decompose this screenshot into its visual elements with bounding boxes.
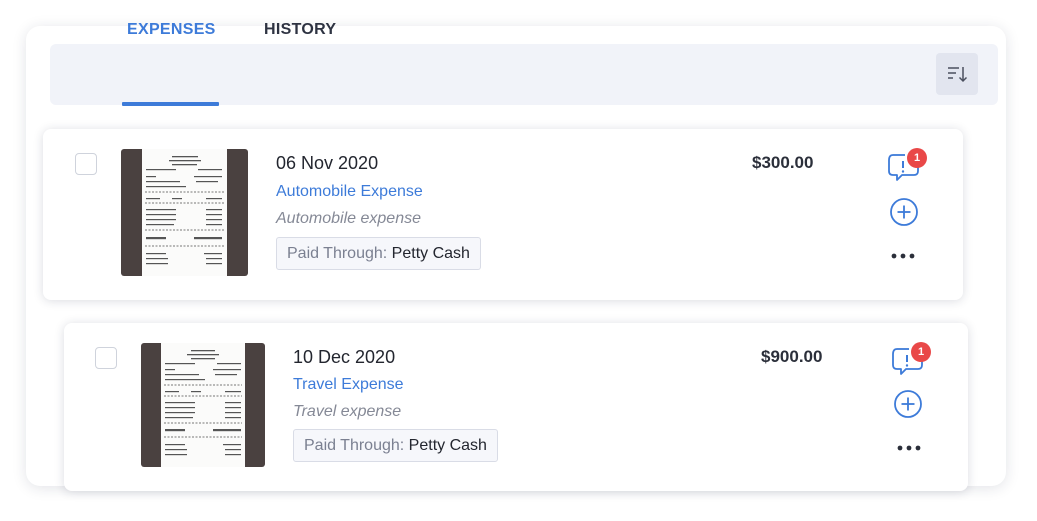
expense-card[interactable]: 10 Dec 2020 Travel Expense Travel expens…	[64, 323, 968, 491]
receipt-paper	[142, 149, 227, 276]
paid-through-tag: Paid Through: Petty Cash	[293, 429, 498, 462]
paid-through-value: Petty Cash	[408, 437, 487, 454]
receipt-text-lines	[145, 156, 224, 265]
expense-amount: $900.00	[761, 347, 823, 366]
receipt-paper	[161, 343, 245, 467]
receipt-thumbnail[interactable]	[141, 343, 265, 467]
expense-description: Automobile expense	[276, 210, 421, 227]
alert-count-badge: 1	[911, 342, 931, 362]
paid-through-label: Paid Through:	[287, 245, 388, 262]
add-button[interactable]	[892, 388, 924, 420]
tab-expenses[interactable]: EXPENSES	[127, 0, 216, 61]
paid-through-value: Petty Cash	[391, 245, 470, 262]
expense-category-link[interactable]: Automobile Expense	[276, 183, 423, 201]
sort-descending-icon	[948, 67, 968, 83]
tab-history[interactable]: HISTORY	[264, 0, 336, 61]
comments-button[interactable]: 1	[891, 342, 931, 375]
expense-date: 10 Dec 2020	[293, 347, 396, 367]
expense-amount: $300.00	[752, 153, 814, 172]
expense-category-link[interactable]: Travel Expense	[293, 376, 404, 394]
expense-card[interactable]: 06 Nov 2020 Automobile Expense Automobil…	[43, 129, 963, 300]
comments-button[interactable]: 1	[887, 148, 927, 181]
paid-through-tag: Paid Through: Petty Cash	[276, 237, 481, 270]
paid-through-label: Paid Through:	[304, 437, 405, 454]
expense-description: Travel expense	[293, 403, 402, 420]
sort-button[interactable]	[936, 53, 978, 95]
expense-date: 06 Nov 2020	[276, 153, 379, 173]
add-circle-icon	[894, 390, 922, 418]
more-options-icon[interactable]	[897, 439, 921, 451]
select-checkbox[interactable]	[75, 153, 97, 175]
alert-count-badge: 1	[907, 148, 927, 168]
select-checkbox[interactable]	[95, 347, 117, 369]
active-tab-indicator	[122, 102, 219, 106]
add-button[interactable]	[888, 196, 920, 228]
receipt-text-lines	[164, 350, 242, 456]
receipt-thumbnail[interactable]	[121, 149, 248, 276]
add-circle-icon	[890, 198, 918, 226]
more-options-icon[interactable]	[891, 247, 915, 259]
